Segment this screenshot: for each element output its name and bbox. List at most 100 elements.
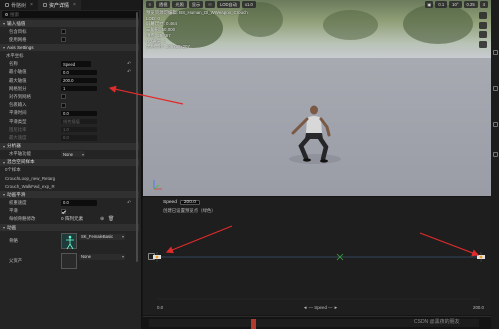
value-field[interactable]: 0.0	[61, 69, 97, 76]
sample-point-min[interactable]	[153, 255, 161, 259]
viewport-menu-button[interactable]: ≡	[146, 1, 154, 8]
value-field[interactable]: Speed	[61, 61, 91, 67]
property-label: 阻尼比率	[9, 126, 27, 132]
property-label: 包含目标	[9, 28, 27, 34]
asset-picker[interactable]: None	[79, 254, 125, 260]
sample-point-max[interactable]	[477, 255, 485, 259]
value-field[interactable]: 0.0	[61, 200, 97, 206]
chevron-down-icon: ▾	[3, 159, 6, 165]
watermark: CSDN @黑夜的朋友	[414, 319, 460, 325]
add-icon[interactable]: ⊕	[100, 216, 104, 222]
show-button[interactable]: 显示	[188, 1, 204, 8]
lod-button[interactable]: LOD自动	[216, 1, 240, 8]
asset-picker[interactable]: SK_FemaleBasic	[79, 234, 125, 240]
chevron-down-icon: ▾	[3, 143, 6, 149]
bone-icon	[5, 3, 9, 7]
tool-icon[interactable]	[479, 12, 487, 19]
property-label: 权重速度	[9, 199, 27, 205]
asset-thumbnail[interactable]	[61, 253, 77, 269]
close-icon[interactable]: ×	[30, 2, 33, 8]
playhead[interactable]	[251, 319, 256, 329]
property-label: 网格划分	[9, 85, 27, 91]
chevron-down-icon: ▾	[3, 225, 6, 230]
checkbox[interactable]	[61, 29, 66, 34]
property-row: 0个样本	[0, 167, 139, 174]
value-field[interactable]: 1.0	[61, 126, 97, 133]
close-icon[interactable]: ×	[73, 2, 76, 8]
property-label: 水平坐标	[6, 52, 24, 58]
value-field[interactable]: 0.0	[61, 135, 97, 141]
section-label: 动画	[7, 224, 17, 230]
property-row: 平滑类型 线性插值	[0, 118, 139, 125]
details-icon	[42, 3, 47, 7]
property-row: CrouchLoop_new_Retarg	[0, 175, 139, 182]
camera-speed-value[interactable]: 4	[479, 1, 488, 8]
axis-max-label: 200.0	[473, 305, 484, 310]
property-row: 包裹输入	[0, 102, 139, 109]
value-field[interactable]: 线性插值	[61, 119, 97, 125]
camera-icon[interactable]: ▣	[425, 1, 434, 8]
chevron-down-icon: ▾	[3, 192, 6, 198]
section-header[interactable]: ▾ 动画	[0, 224, 139, 231]
delete-icon[interactable]: 🗑	[108, 216, 114, 222]
checkbox[interactable]	[61, 94, 66, 100]
stat-line: 大约大小: 206x59x207	[146, 44, 190, 50]
search-placeholder: 搜索	[10, 11, 20, 17]
property-row: 最小轴值 0.0 ↶	[0, 69, 139, 76]
checkbox[interactable]	[61, 208, 66, 214]
checkbox[interactable]	[61, 102, 66, 108]
property-label: Crouch_WalkFwd_exp_R	[5, 184, 55, 190]
viewport-side-tools	[479, 12, 488, 50]
property-row: 骨骼 SK_FemaleBasic	[0, 232, 139, 252]
blend-space-editor: Speed 200.0 创建已设置预览点（绿色） 0.0 ◄ — Speed —…	[143, 197, 491, 315]
panel-icon[interactable]	[492, 122, 498, 127]
blend-graph[interactable]	[143, 197, 491, 315]
search-input[interactable]: 搜索	[2, 11, 139, 18]
property-label: 平滑时间	[9, 110, 27, 116]
panel-icon[interactable]	[492, 152, 498, 157]
section-header[interactable]: ▾ 混合空间样本	[0, 158, 139, 166]
reset-icon[interactable]: ↶	[127, 61, 131, 67]
asset-thumbnail[interactable]	[61, 233, 77, 250]
scrollbar[interactable]	[136, 12, 138, 262]
panel-icon[interactable]	[492, 50, 498, 55]
reset-icon[interactable]: ↶	[127, 69, 131, 75]
property-label: 使用网格	[9, 36, 27, 42]
scale-snap-value[interactable]: 0.25	[463, 1, 478, 8]
panel-icon[interactable]	[492, 86, 498, 91]
section-header[interactable]: ▾ 动画平滑	[0, 191, 139, 199]
section-header[interactable]: ▾ Axis Settings	[0, 44, 139, 52]
property-row: 网格划分 1	[0, 85, 139, 92]
property-label: 平滑类型	[9, 118, 27, 124]
tool-icon[interactable]	[479, 21, 487, 29]
perspective-button[interactable]: 透视	[156, 1, 171, 8]
grid-snap-value[interactable]: 0.1	[435, 1, 448, 8]
value-field[interactable]: 200.0	[61, 77, 97, 84]
property-label: 每帧骨骼修改	[9, 216, 36, 222]
property-label: 最大速度	[9, 134, 27, 140]
tool-icon[interactable]	[479, 40, 487, 48]
right-tool-strip	[491, 0, 499, 329]
character-button[interactable]: ⚇	[205, 1, 215, 8]
rotation-snap-value[interactable]: 10°	[449, 1, 462, 8]
property-row: 平滑	[0, 208, 139, 215]
tab-asset-details[interactable]: 资产详情 ×	[37, 0, 81, 10]
dropdown[interactable]: None	[61, 151, 85, 157]
tool-icon[interactable]	[479, 31, 487, 38]
play-speed-button[interactable]: x1.0	[241, 1, 256, 8]
reset-icon[interactable]: ↶	[127, 200, 131, 206]
preview-viewport[interactable]: ≡ 透视 光照 显示 ⚇ LOD自动 x1.0 ▣ 0.1 10° 0.25 4…	[143, 0, 491, 196]
value-field[interactable]: 1	[61, 85, 97, 92]
property-label: 父资产	[9, 258, 23, 263]
property-row: 对齐到网格	[0, 93, 139, 100]
section-header[interactable]: ▾ 输入插值	[0, 20, 139, 27]
section-label: 分析器	[7, 143, 21, 149]
lighting-button[interactable]: 光照	[172, 1, 187, 8]
section-header[interactable]: ▾ 分析器	[0, 142, 139, 150]
property-row: 父资产 None	[0, 252, 139, 270]
checkbox[interactable]	[61, 37, 66, 43]
property-row: 每帧骨骼修改 0 阵列元素 ⊕ 🗑	[0, 216, 139, 223]
value-field[interactable]: 0.0	[61, 110, 97, 117]
property-row: 平滑时间 0.0	[0, 110, 139, 117]
tab-skeleton-tree[interactable]: 骨骼树 ×	[0, 0, 38, 10]
